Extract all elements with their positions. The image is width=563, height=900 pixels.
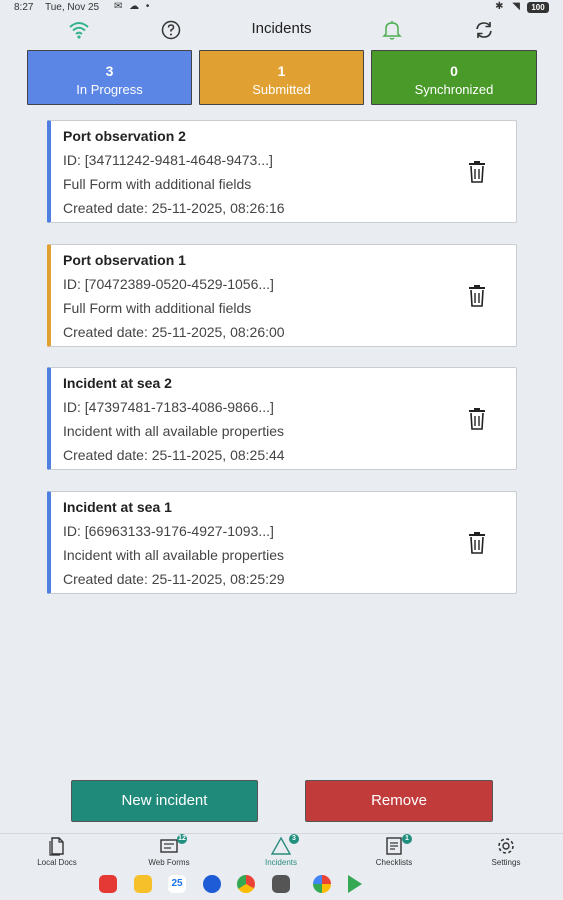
trash-icon[interactable]: [466, 160, 488, 184]
sync-icon[interactable]: [472, 18, 496, 42]
files-app-icon[interactable]: [134, 875, 152, 893]
notes-app-icon[interactable]: [99, 875, 117, 893]
incident-description: Incident with all available properties: [63, 547, 285, 563]
trash-icon[interactable]: [466, 284, 488, 308]
incident-card[interactable]: Incident at sea 1 ID: [66963133-9176-492…: [47, 491, 517, 594]
incident-description: Incident with all available properties: [63, 423, 285, 439]
gear-icon: [498, 838, 514, 854]
nav-web-forms[interactable]: 12 Web Forms: [129, 834, 209, 867]
app-bar: Incidents: [0, 16, 563, 44]
trash-icon[interactable]: [466, 531, 488, 555]
new-incident-button[interactable]: New incident: [71, 780, 258, 822]
incident-created-date: Created date: 25-11-2025, 08:26:00: [63, 324, 285, 340]
incident-description: Full Form with additional fields: [63, 300, 252, 316]
nav-badge: 3: [289, 834, 299, 844]
bell-icon[interactable]: [380, 18, 404, 42]
nav-label: Checklists: [375, 858, 413, 867]
incident-created-date: Created date: 25-11-2025, 08:25:44: [63, 447, 285, 463]
synchronized-label: Synchronized: [414, 82, 494, 97]
nav-label: Incidents: [264, 858, 298, 867]
in-progress-label: In Progress: [76, 82, 143, 97]
incident-created-date: Created date: 25-11-2025, 08:26:16: [63, 200, 285, 216]
synchronized-counter[interactable]: 0 Synchronized: [371, 50, 537, 105]
nav-incidents[interactable]: 3 Incidents: [241, 834, 321, 867]
incident-card[interactable]: Port observation 2 ID: [34711242-9481-46…: [47, 120, 517, 223]
incident-id: ID: [47397481-7183-4086-9866...]: [63, 399, 274, 415]
incident-id: ID: [70472389-0520-4529-1056...]: [63, 276, 274, 292]
system-icons: ✱ ◥: [495, 1, 523, 12]
battery-icon: 100: [527, 2, 549, 13]
nav-checklists[interactable]: 1 Checklists: [354, 834, 434, 867]
incident-title: Incident at sea 1: [63, 499, 172, 515]
in-progress-count: 3: [105, 63, 114, 79]
nav-local-docs[interactable]: Local Docs: [17, 836, 97, 867]
chrome-app-icon[interactable]: [237, 875, 255, 893]
photos-app-icon[interactable]: [313, 875, 331, 893]
system-dock: 25: [0, 872, 563, 896]
incident-card[interactable]: Port observation 1 ID: [70472389-0520-45…: [47, 244, 517, 347]
incident-description: Full Form with additional fields: [63, 176, 252, 192]
nav-label: Settings: [491, 858, 521, 867]
submitted-count: 1: [277, 63, 286, 79]
incident-created-date: Created date: 25-11-2025, 08:25:29: [63, 571, 285, 587]
status-date: Tue, Nov 25: [45, 2, 100, 13]
notification-icons: ✉ ☁ •: [114, 1, 152, 12]
in-progress-counter[interactable]: 3 In Progress: [27, 50, 192, 105]
submitted-counter[interactable]: 1 Submitted: [199, 50, 364, 105]
incident-id: ID: [66963133-9176-4927-1093...]: [63, 523, 274, 539]
calendar-app-icon[interactable]: 25: [168, 875, 186, 893]
nav-label: Web Forms: [148, 858, 190, 867]
play-store-icon[interactable]: [348, 875, 362, 893]
remove-button[interactable]: Remove: [305, 780, 493, 822]
nav-badge: 1: [402, 834, 412, 844]
submitted-label: Submitted: [252, 82, 311, 97]
nav-badge: 12: [177, 834, 187, 844]
checklist-icon: [386, 837, 402, 855]
status-bar: 8:27 Tue, Nov 25 ✉ ☁ • ✱ ◥ 100: [0, 0, 563, 16]
camera-app-icon[interactable]: [272, 875, 290, 893]
trash-icon[interactable]: [466, 407, 488, 431]
synchronized-count: 0: [450, 63, 458, 79]
nav-label: Local Docs: [37, 858, 77, 867]
messages-app-icon[interactable]: [203, 875, 221, 893]
form-icon: [160, 839, 178, 853]
warning-triangle-icon: [270, 836, 292, 855]
nav-settings[interactable]: Settings: [466, 836, 546, 867]
incident-title: Port observation 1: [63, 252, 186, 268]
document-icon: [49, 837, 64, 856]
incident-card[interactable]: Incident at sea 2 ID: [47397481-7183-408…: [47, 367, 517, 470]
incident-id: ID: [34711242-9481-4648-9473...]: [63, 152, 273, 168]
incident-title: Port observation 2: [63, 128, 186, 144]
incident-title: Incident at sea 2: [63, 375, 172, 391]
clock: 8:27: [14, 2, 34, 13]
bottom-navigation: Local Docs 12 Web Forms 3 Incidents 1 Ch…: [0, 833, 563, 871]
